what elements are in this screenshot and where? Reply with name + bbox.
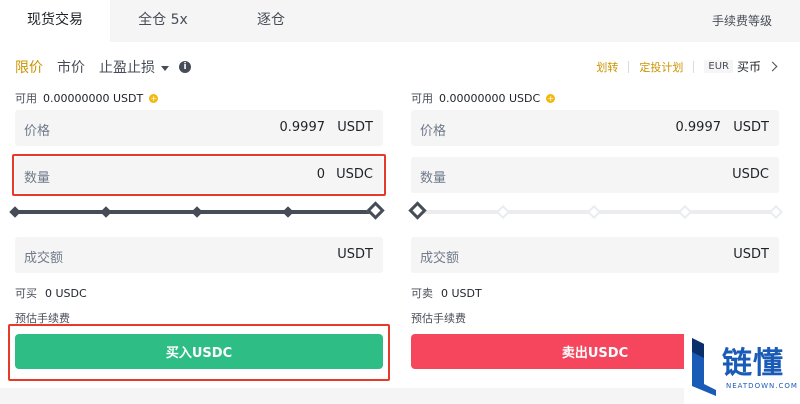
sell-total-label: 成交额 — [420, 251, 460, 266]
buy-available-value: 0.00000000 USDT — [43, 91, 144, 105]
deposit-plus-icon[interactable]: + — [149, 93, 159, 103]
slider-handle[interactable] — [408, 201, 427, 220]
tab-spot-trading[interactable]: 现货交易 — [0, 0, 110, 42]
fee-level-link[interactable]: 手续费等级 — [712, 12, 772, 29]
order-type-stop-limit[interactable]: 止盈止损 — [99, 57, 169, 77]
buy-price-label: 价格 — [24, 124, 51, 139]
deposit-plus-icon[interactable]: + — [546, 93, 556, 103]
sell-available-label: 可用 — [411, 92, 433, 105]
sell-max-amount: 可卖 0 USDT — [411, 285, 482, 301]
slider-stop-50[interactable] — [586, 204, 602, 220]
buy-available-balance: 可用 0.00000000 USDT + — [15, 90, 159, 106]
amount-highlight-box — [12, 154, 386, 196]
sell-amount-label: 数量 — [420, 171, 447, 186]
slider-stop-0[interactable] — [9, 206, 21, 218]
sell-fee-estimate[interactable]: 预估手续费 — [411, 310, 466, 326]
watermark-text: 链懂 — [722, 346, 784, 381]
sell-price-unit: USDT — [733, 120, 769, 135]
slider-handle[interactable] — [366, 201, 385, 220]
sell-price-field[interactable]: 价格 0.9997 USDT — [411, 110, 779, 146]
buy-crypto-link[interactable]: 买币 — [737, 58, 761, 75]
neatdown-watermark: 链懂 NEATDOWN.COM — [684, 332, 800, 404]
order-type-limit[interactable]: 限价 — [15, 57, 43, 77]
neatdown-logo-icon — [692, 338, 716, 396]
transfer-link[interactable]: 划转 — [596, 59, 618, 75]
currency-badge[interactable]: EUR — [704, 60, 733, 73]
sell-max-label: 可卖 — [411, 287, 433, 300]
buy-max-label: 可买 — [15, 287, 37, 300]
chevron-right-icon[interactable] — [767, 61, 778, 72]
sell-amount-slider[interactable] — [408, 201, 784, 220]
order-type-stop-label: 止盈止损 — [99, 60, 155, 76]
buy-total-field[interactable]: 成交额 USDT — [15, 237, 383, 273]
slider-stop-50[interactable] — [191, 206, 203, 218]
buy-max-amount: 可买 0 USDC — [15, 285, 87, 301]
sell-available-value: 0.00000000 USDC — [439, 91, 541, 105]
tab-isolated-margin[interactable]: 逐仓 — [216, 0, 326, 42]
info-icon[interactable]: i — [179, 61, 191, 73]
sell-total-field[interactable]: 成交额 USDT — [411, 237, 779, 273]
buy-max-value: 0 USDC — [45, 287, 87, 300]
buy-total-unit: USDT — [337, 247, 373, 262]
sell-amount-field[interactable]: 数量 USDC — [411, 157, 779, 193]
sell-available-balance: 可用 0.00000000 USDC + — [411, 90, 556, 106]
top-tab-bar: 现货交易 全仓 5x 逐仓 手续费等级 — [0, 0, 800, 42]
order-type-market[interactable]: 市价 — [57, 57, 85, 77]
slider-stop-75[interactable] — [677, 204, 693, 220]
header-links: 划转 定投计划 EUR 买币 — [596, 58, 778, 75]
buy-available-label: 可用 — [15, 92, 37, 105]
buy-amount-slider[interactable] — [9, 201, 385, 220]
divider — [693, 60, 695, 73]
slider-stop-100[interactable] — [768, 204, 784, 220]
caret-down-icon — [161, 65, 169, 71]
buy-price-field[interactable]: 价格 0.9997 USDT — [15, 110, 383, 146]
sell-total-unit: USDT — [733, 247, 769, 262]
order-type-selector: 限价 市价 止盈止损 i — [15, 57, 191, 77]
recurring-plan-link[interactable]: 定投计划 — [639, 59, 683, 75]
sell-price-value: 0.9997 — [675, 120, 722, 135]
sell-max-value: 0 USDT — [441, 287, 482, 300]
buy-total-label: 成交额 — [24, 251, 64, 266]
watermark-subtext: NEATDOWN.COM — [726, 382, 798, 390]
sell-amount-unit: USDC — [732, 167, 769, 182]
tab-cross-margin[interactable]: 全仓 5x — [110, 0, 216, 42]
sell-price-label: 价格 — [420, 124, 447, 139]
slider-stop-75[interactable] — [282, 206, 294, 218]
bottom-strip — [0, 388, 684, 404]
slider-stop-25[interactable] — [100, 206, 112, 218]
buy-price-unit: USDT — [337, 120, 373, 135]
divider — [628, 60, 630, 73]
buy-price-value: 0.9997 — [279, 120, 326, 135]
buy-button-highlight-box — [8, 324, 390, 381]
slider-stop-25[interactable] — [495, 204, 511, 220]
